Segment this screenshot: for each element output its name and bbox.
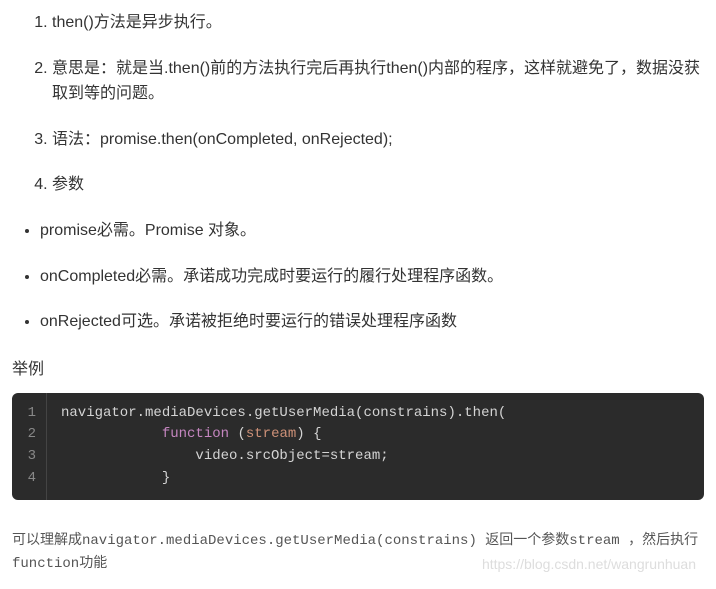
line-number: 4 <box>12 468 46 490</box>
line-number: 2 <box>12 424 46 446</box>
watermark: https://blog.csdn.net/wangrunhuan <box>482 553 696 577</box>
list-item: 语法：promise.then(onCompleted, onRejected)… <box>52 127 704 153</box>
list-item: onRejected可选。承诺被拒绝时要运行的错误处理程序函数 <box>40 309 704 335</box>
code-block: 1 2 3 4 navigator.mediaDevices.getUserMe… <box>12 393 704 500</box>
list-item: 参数 <box>52 172 704 198</box>
code-token: ( <box>229 426 246 442</box>
code-token: } <box>162 470 170 486</box>
code-line: function (stream) { <box>61 424 690 446</box>
footer-line: 可以理解成navigator.mediaDevices.getUserMedia… <box>12 533 698 549</box>
code-indent <box>61 426 162 442</box>
code-line: video.srcObject=stream; <box>61 446 690 468</box>
code-keyword: function <box>162 426 229 442</box>
footer-note: 可以理解成navigator.mediaDevices.getUserMedia… <box>12 530 704 578</box>
code-line: navigator.mediaDevices.getUserMedia(cons… <box>61 403 690 425</box>
code-line: } <box>61 468 690 490</box>
code-indent <box>61 470 162 486</box>
code-token: ) { <box>296 426 321 442</box>
code-token: navigator.mediaDevices.getUserMedia(cons… <box>61 405 506 421</box>
code-param: stream <box>246 426 296 442</box>
code-indent <box>61 448 195 464</box>
ordered-list: then()方法是异步执行。 意思是：就是当.then()前的方法执行完后再执行… <box>12 10 704 198</box>
line-number: 3 <box>12 446 46 468</box>
example-heading: 举例 <box>12 355 704 379</box>
list-item: onCompleted必需。承诺成功完成时要运行的履行处理程序函数。 <box>40 264 704 290</box>
bullet-list: promise必需。Promise 对象。 onCompleted必需。承诺成功… <box>12 218 704 335</box>
code-content[interactable]: navigator.mediaDevices.getUserMedia(cons… <box>47 393 704 500</box>
list-item: 意思是：就是当.then()前的方法执行完后再执行then()内部的程序，这样就… <box>52 56 704 107</box>
code-token: video.srcObject=stream; <box>195 448 388 464</box>
code-gutter: 1 2 3 4 <box>12 393 47 500</box>
list-item: promise必需。Promise 对象。 <box>40 218 704 244</box>
list-item: then()方法是异步执行。 <box>52 10 704 36</box>
line-number: 1 <box>12 403 46 425</box>
footer-line: function功能 <box>12 556 107 572</box>
